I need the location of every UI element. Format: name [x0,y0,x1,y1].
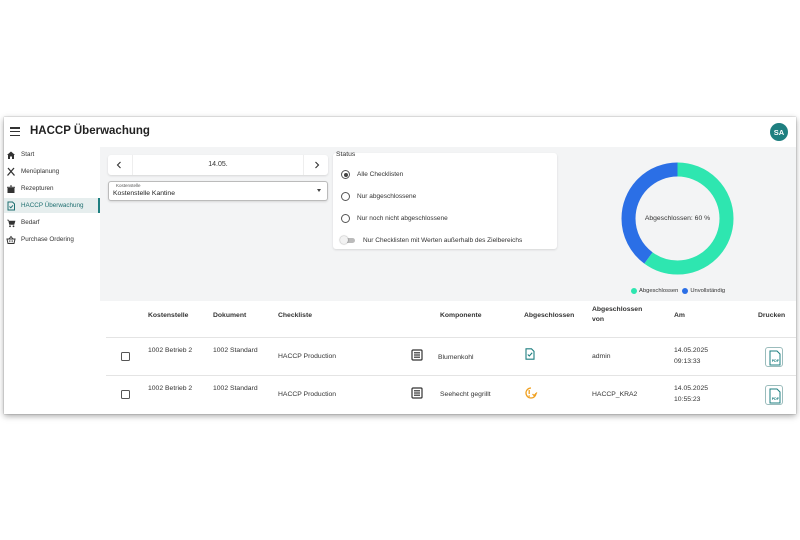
previous-day-button[interactable] [112,158,126,172]
row-checkbox[interactable] [121,390,130,399]
cutlery-icon [6,167,16,177]
chart-legend: Abgeschlossen Unvollständig [631,288,729,294]
sidebar-item-label: Bedarf [21,219,40,226]
component-form-icon[interactable] [411,349,423,361]
warning-clock-icon [525,387,538,399]
cart-icon [6,218,16,228]
row-divider [106,337,796,338]
status-filter-card: Alle Checklisten Nur abgeschlossene Nur … [333,153,557,249]
hamburger-menu-icon[interactable] [10,127,20,137]
cell-komponente: Blumenkohl [438,354,474,361]
column-header-kostenstelle[interactable]: Kostenstelle [148,311,188,321]
date-navigator: 14.05. [108,155,328,175]
sidebar-item-label: Purchase Ordering [21,236,74,243]
sidebar-item-label: HACCP Überwachung [21,202,84,209]
column-header-abgeschlossen[interactable]: Abgeschlossen [524,311,574,321]
sidebar-item-label: Rezepturen [21,185,54,192]
kostenstelle-label: Kostenstelle [116,183,141,188]
sidebar-item-haccp-ueberwachung[interactable]: HACCP Überwachung [4,198,100,213]
radio-label: Nur noch nicht abgeschlossene [357,215,448,222]
sidebar-item-purchase-ordering[interactable]: Purchase Ordering [4,232,100,247]
radio-button[interactable] [341,214,350,223]
cell-abgeschlossen-von: HACCP_KRA2 [592,391,638,398]
radio-nur-abgeschlossene[interactable]: Nur abgeschlossene [341,192,416,201]
cell-kostenstelle: 1002 Betrieb 2 [148,347,193,354]
cell-am-date: 14.05.2025 [674,385,709,392]
column-header-dokument[interactable]: Dokument [213,311,246,321]
row-checkbox[interactable] [121,352,130,361]
status-title: Status [336,151,356,158]
legend-swatch [631,288,637,294]
page-title: HACCP Überwachung [30,125,150,137]
cell-kostenstelle: 1002 Betrieb 2 [148,385,193,392]
top-bar: HACCP Überwachung SA [4,117,796,147]
completion-donut-chart: Abgeschlossen: 60 % [621,162,734,275]
checklist-table: Kostenstelle Dokument Checkliste Kompone… [106,301,796,414]
home-icon [6,150,16,160]
checklist-icon [6,201,16,211]
cell-dokument: 1002 Standard [213,385,258,392]
toggle-label: Nur Checklisten mit Werten außerhalb des… [363,237,523,244]
out-of-range-toggle[interactable] [340,236,355,244]
cell-checkliste: HACCP Production [278,353,337,360]
sidebar-item-bedarf[interactable]: Bedarf [4,215,100,230]
cell-abgeschlossen-von: admin [592,353,611,360]
radio-label: Alle Checklisten [357,171,404,178]
pdf-download-button[interactable]: PDF [765,385,783,405]
pdf-icon: PDF [769,388,781,404]
sidebar-item-label: Menüplanung [21,168,60,175]
radio-alle-checklisten[interactable]: Alle Checklisten [341,170,403,179]
legend-label: Unvollständig [690,288,726,294]
radio-nur-nicht-abgeschlossene[interactable]: Nur noch nicht abgeschlossene [341,214,448,223]
legend-swatch [682,288,689,294]
cell-checkliste: HACCP Production [278,391,337,398]
donut-center-label: Abgeschlossen: 60 % [645,215,710,222]
cell-am-time: 10:55:23 [674,396,701,403]
legend-item-completed: Abgeschlossen [631,288,678,294]
radio-label: Nur abgeschlossene [357,193,417,200]
column-header-drucken: Drucken [758,312,786,319]
legend-label: Abgeschlossen [639,288,679,294]
sidebar-item-rezepturen[interactable]: Rezepturen [4,181,100,196]
column-header-komponente[interactable]: Komponente [440,311,482,321]
sidebar-item-menuplanung[interactable]: Menüplanung [4,164,100,179]
cell-dokument: 1002 Standard [213,347,258,354]
out-of-range-toggle-row[interactable]: Nur Checklisten mit Werten außerhalb des… [340,236,523,244]
pdf-download-button[interactable]: PDF [765,347,783,367]
kostenstelle-select[interactable]: Kostenstelle Kostenstelle Kantine [108,181,328,201]
kostenstelle-value: Kostenstelle Kantine [113,190,175,197]
component-form-icon[interactable] [411,387,423,399]
row-divider [106,375,796,376]
pdf-icon: PDF [769,350,781,366]
basket-icon [6,235,16,245]
date-display[interactable]: 14.05. [132,155,304,175]
sidebar: Start Menüplanung Rezepturen HACCP Überw… [4,147,100,414]
cell-komponente: Seehecht gegrillt [440,391,491,398]
completed-check-icon [525,348,535,360]
legend-item-incomplete: Unvollständig [682,288,725,294]
pot-icon [6,184,16,194]
pdf-label: PDF [772,359,780,363]
sidebar-item-label: Start [21,151,35,158]
column-header-checkliste[interactable]: Checkliste [278,311,312,321]
radio-button[interactable] [341,192,350,201]
radio-button-selected[interactable] [341,170,350,179]
column-header-am[interactable]: Am [674,311,685,321]
sidebar-item-start[interactable]: Start [4,147,100,162]
next-day-button[interactable] [310,158,324,172]
pdf-label: PDF [772,397,780,401]
user-avatar[interactable]: SA [770,123,788,141]
dropdown-caret-icon [317,189,321,192]
cell-am-time: 09:13:33 [674,358,701,365]
column-header-abgeschlossen-von[interactable]: Abgeschlossen von [592,305,652,325]
cell-am-date: 14.05.2025 [674,347,709,354]
